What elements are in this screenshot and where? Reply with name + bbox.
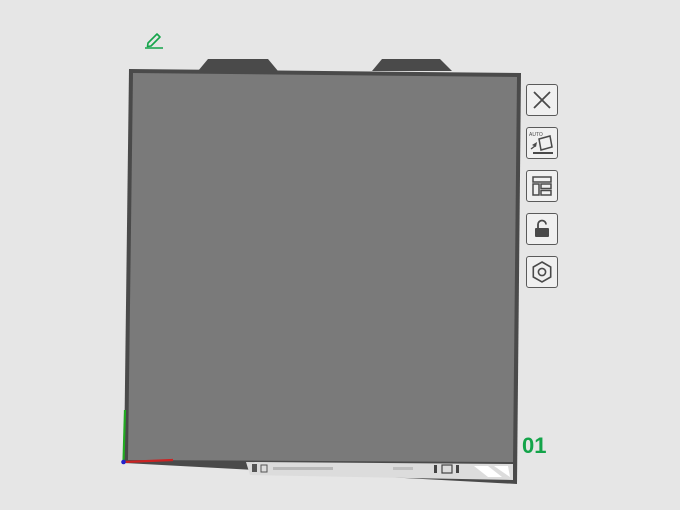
plate-settings-button[interactable]: [526, 256, 558, 288]
build-plate[interactable]: [118, 52, 528, 492]
edit-plate-name-button[interactable]: [142, 28, 166, 50]
plate-viewport[interactable]: 01 AUTO: [0, 0, 680, 510]
plate-tab-right: [372, 59, 452, 71]
plate-bottom-strip: [246, 462, 513, 480]
unlock-icon: [535, 219, 549, 237]
z-axis-origin: [121, 459, 126, 465]
lock-button[interactable]: [526, 213, 558, 245]
plate-number-label: 01: [522, 433, 547, 458]
hexagon-nut-icon: [532, 261, 552, 283]
pencil-icon: [145, 33, 163, 49]
auto-orient-label: AUTO: [529, 132, 543, 138]
y-axis-line: [122, 409, 127, 463]
auto-orient-icon: AUTO: [529, 132, 553, 154]
plate-surface: [128, 73, 517, 462]
plate-toolbar: AUTO: [524, 84, 560, 288]
auto-orient-button[interactable]: AUTO: [526, 127, 558, 159]
close-plate-button[interactable]: [526, 84, 558, 116]
plate-tab-left: [198, 59, 278, 71]
close-icon: [533, 91, 551, 109]
arrange-icon: [532, 176, 552, 196]
arrange-button[interactable]: [526, 170, 558, 202]
